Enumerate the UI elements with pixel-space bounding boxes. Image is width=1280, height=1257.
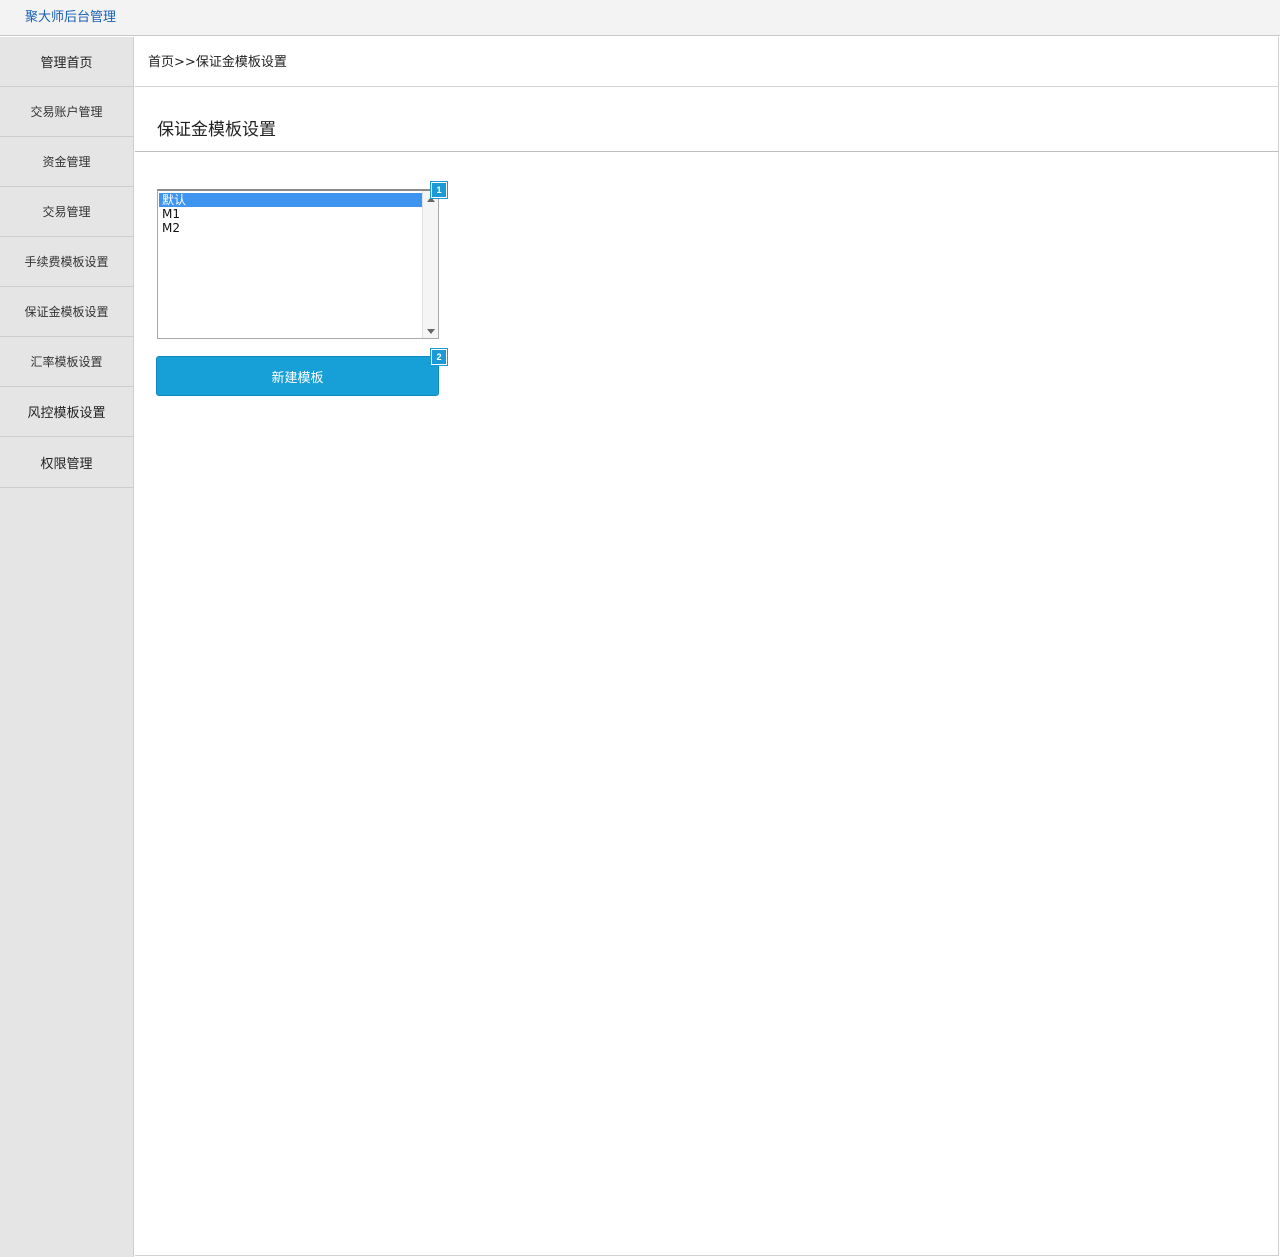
sidebar-item-label: 交易管理 — [42, 205, 91, 219]
sidebar-item-label: 手续费模板设置 — [24, 255, 109, 269]
new-template-button[interactable]: 新建模板 — [156, 356, 439, 396]
sidebar-item-fee-template[interactable]: 手续费模板设置 — [0, 237, 133, 287]
element-index-badge: 1 — [430, 181, 448, 199]
breadcrumb-home[interactable]: 首页 — [148, 55, 174, 70]
sidebar-item-funds[interactable]: 资金管理 — [0, 137, 133, 187]
sidebar: 管理首页 交易账户管理 资金管理 交易管理 手续费模板设置 保证金模板设置 汇率… — [0, 37, 134, 1257]
sidebar-item-risk-template[interactable]: 风控模板设置 — [0, 387, 133, 437]
sidebar-item-label: 风控模板设置 — [27, 406, 106, 421]
page-title: 保证金模板设置 — [157, 120, 276, 140]
template-listbox[interactable]: 默认 M1 M2 — [157, 189, 439, 339]
breadcrumb-bar: 首页>>保证金模板设置 — [135, 37, 1279, 87]
sidebar-item-trading-accounts[interactable]: 交易账户管理 — [0, 87, 133, 137]
list-item[interactable]: M2 — [159, 221, 422, 235]
top-bar: 聚大师后台管理 — [0, 0, 1280, 36]
main-content: 首页>>保证金模板设置 保证金模板设置 默认 M1 M2 1 新建模板 2 — [135, 37, 1279, 1256]
list-item[interactable]: 默认 — [159, 193, 422, 207]
sidebar-item-margin-template[interactable]: 保证金模板设置 — [0, 287, 133, 337]
heading-bar: 保证金模板设置 — [135, 87, 1279, 152]
breadcrumb-current: 保证金模板设置 — [195, 55, 287, 70]
sidebar-item-label: 保证金模板设置 — [24, 305, 109, 319]
sidebar-item-trading[interactable]: 交易管理 — [0, 187, 133, 237]
listbox-scrollbar[interactable] — [422, 191, 438, 338]
sidebar-item-label: 管理首页 — [40, 56, 93, 71]
sidebar-item-label: 资金管理 — [42, 155, 91, 169]
sidebar-item-home[interactable]: 管理首页 — [0, 37, 133, 87]
breadcrumb-separator: >> — [174, 55, 196, 70]
list-item[interactable]: M1 — [159, 207, 422, 221]
sidebar-item-exchange-rate-template[interactable]: 汇率模板设置 — [0, 337, 133, 387]
app-title[interactable]: 聚大师后台管理 — [25, 10, 116, 26]
sidebar-item-label: 交易账户管理 — [30, 105, 103, 119]
sidebar-item-permissions[interactable]: 权限管理 — [0, 437, 133, 488]
sidebar-item-label: 汇率模板设置 — [30, 355, 103, 369]
scroll-down-arrow-icon[interactable] — [427, 329, 435, 334]
element-index-badge: 2 — [430, 348, 448, 366]
sidebar-item-label: 权限管理 — [40, 456, 93, 472]
breadcrumb: 首页>>保证金模板设置 — [148, 55, 287, 71]
template-options: 默认 M1 M2 — [159, 193, 422, 235]
